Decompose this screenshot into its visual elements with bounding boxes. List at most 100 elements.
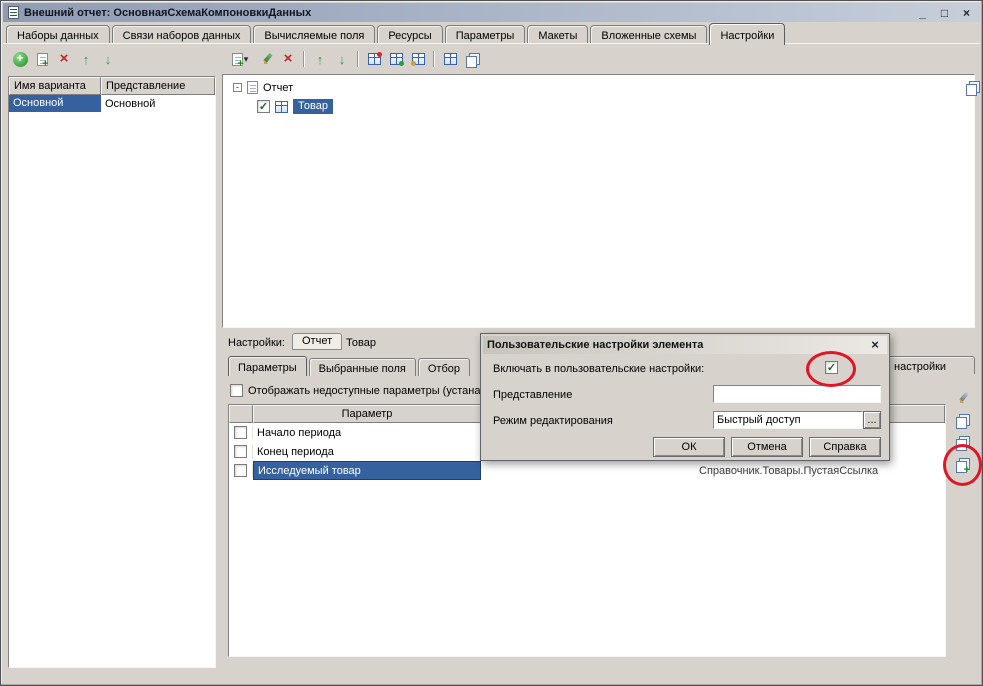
tab-filter[interactable]: Отбор bbox=[418, 358, 470, 376]
variant-presentation-column-header[interactable]: Представление bbox=[101, 77, 215, 95]
toolbar-separator bbox=[303, 51, 305, 67]
parameter-row[interactable]: Исследуемый товар Справочник.Товары.Пуст… bbox=[229, 461, 945, 480]
structure-tree: - Отчет ✓ Товар bbox=[222, 74, 975, 328]
edit-mode-input[interactable] bbox=[713, 411, 863, 429]
plus-circle-icon: + bbox=[13, 52, 28, 67]
titlebar[interactable]: Внешний отчет: ОсновнаяСхемаКомпоновкиДа… bbox=[3, 3, 980, 22]
param-column-header[interactable]: Параметр bbox=[253, 405, 481, 423]
main-tabstrip: Наборы данных Связи наборов данных Вычис… bbox=[6, 24, 785, 44]
tab-selected-fields[interactable]: Выбранные поля bbox=[309, 358, 416, 376]
cancel-button[interactable]: Отмена bbox=[731, 437, 803, 457]
window-title: Внешний отчет: ОсновнаяСхемаКомпоновкиДа… bbox=[24, 7, 909, 19]
help-button[interactable]: Справка bbox=[809, 437, 881, 457]
toolbar-separator bbox=[357, 51, 359, 67]
designer-icon bbox=[368, 53, 381, 65]
structure-toolbar: + ▾ × ↑ ↓ bbox=[226, 49, 482, 69]
tab-data-set-links[interactable]: Связи наборов данных bbox=[112, 25, 252, 44]
down-arrow-icon: ↓ bbox=[105, 52, 112, 67]
add-node-icon: + bbox=[232, 53, 243, 66]
delete-node-button[interactable]: × bbox=[278, 49, 298, 69]
presentation-label: Представление bbox=[493, 389, 572, 401]
edit-parameter-button[interactable] bbox=[952, 388, 972, 408]
tovar-tree-node[interactable]: ✓ Товар bbox=[223, 94, 974, 114]
pencil-icon bbox=[954, 390, 970, 406]
dialog-title: Пользовательские настройки элемента bbox=[487, 339, 703, 351]
variants-table: Имя варианта Представление Основной Осно… bbox=[8, 76, 216, 668]
tab-nested-schemas[interactable]: Вложенные схемы bbox=[590, 25, 707, 44]
show-unavailable-checkbox[interactable] bbox=[230, 384, 243, 397]
tab-settings-parameters[interactable]: Параметры bbox=[228, 356, 307, 376]
move-into-structure-button[interactable] bbox=[408, 49, 428, 69]
edit-node-button[interactable] bbox=[256, 49, 276, 69]
param-checkbox[interactable] bbox=[234, 445, 247, 458]
show-unavailable-row: Отображать недоступные параметры (устана… bbox=[230, 384, 486, 397]
toolbar-separator bbox=[433, 51, 435, 67]
add-node-button[interactable]: + ▾ bbox=[226, 49, 254, 69]
settings-label: Настройки: bbox=[228, 337, 285, 349]
edit-mode-label: Режим редактирования bbox=[493, 415, 613, 427]
add-variant-button[interactable]: + bbox=[10, 49, 30, 69]
variants-toolbar: + + × ↑ ↓ bbox=[10, 49, 118, 69]
tree-expander-icon[interactable]: - bbox=[233, 83, 242, 92]
param-name-cell[interactable]: Начало периода bbox=[253, 423, 481, 442]
param-value-cell[interactable]: Справочник.Товары.ПустаяСсылка bbox=[699, 465, 878, 477]
dialog-close-button[interactable]: × bbox=[867, 338, 883, 352]
down-arrow-icon: ↓ bbox=[339, 52, 346, 67]
variant-name-cell[interactable]: Основной bbox=[9, 95, 101, 112]
grid-icon bbox=[444, 53, 457, 65]
tovar-breadcrumb-label[interactable]: Товар bbox=[346, 337, 376, 349]
structure-grid-icon bbox=[412, 53, 425, 65]
presentation-input[interactable] bbox=[713, 385, 881, 403]
tab-templates[interactable]: Макеты bbox=[527, 25, 588, 44]
variant-row[interactable]: Основной Основной bbox=[9, 95, 215, 112]
param-name-cell-selected[interactable]: Исследуемый товар bbox=[253, 461, 481, 480]
check-grid-icon bbox=[390, 53, 403, 65]
include-checkbox-label: Включать в пользовательские настройки: bbox=[493, 363, 704, 375]
page-plus-icon: + bbox=[37, 53, 48, 66]
close-button[interactable]: × bbox=[958, 5, 975, 20]
variant-presentation-cell[interactable]: Основной bbox=[101, 96, 159, 112]
node-checkbox[interactable]: ✓ bbox=[257, 100, 270, 113]
copy-variant-button[interactable]: + bbox=[32, 49, 52, 69]
move-variant-up-button[interactable]: ↑ bbox=[76, 49, 96, 69]
show-unavailable-label: Отображать недоступные параметры (устана… bbox=[248, 385, 486, 397]
report-node-icon bbox=[247, 81, 258, 94]
param-checkbox[interactable] bbox=[234, 464, 247, 477]
tab-user-settings-fragment[interactable]: настройки bbox=[884, 356, 975, 374]
tab-data-sets[interactable]: Наборы данных bbox=[6, 25, 110, 44]
move-node-up-button[interactable]: ↑ bbox=[310, 49, 330, 69]
settings-tabstrip: Параметры Выбранные поля Отбор bbox=[228, 356, 470, 376]
param-name-cell[interactable]: Конец периода bbox=[253, 442, 481, 461]
move-variant-down-button[interactable]: ↓ bbox=[98, 49, 118, 69]
tovar-node-label[interactable]: Товар bbox=[293, 99, 333, 114]
tab-parameters[interactable]: Параметры bbox=[445, 25, 526, 44]
up-arrow-icon: ↑ bbox=[83, 52, 90, 67]
table-node-icon bbox=[275, 101, 288, 113]
conditional-appearance-button[interactable] bbox=[462, 49, 482, 69]
edit-mode-ellipsis-button[interactable]: ... bbox=[863, 411, 881, 429]
save-values-button[interactable] bbox=[952, 410, 972, 430]
delete-variant-button[interactable]: × bbox=[54, 49, 74, 69]
annotation-ellipse-button bbox=[943, 444, 982, 486]
report-tree-node[interactable]: - Отчет bbox=[223, 75, 974, 94]
tab-settings[interactable]: Настройки bbox=[709, 23, 785, 45]
stacked-pages-icon bbox=[956, 414, 968, 427]
ok-button[interactable]: ОК bbox=[653, 437, 725, 457]
settings-designer-button[interactable] bbox=[364, 49, 384, 69]
report-node-label[interactable]: Отчет bbox=[263, 82, 293, 94]
move-node-down-button[interactable]: ↓ bbox=[332, 49, 352, 69]
tab-calculated-fields[interactable]: Вычисляемые поля bbox=[253, 25, 375, 44]
application-window: Внешний отчет: ОсновнаяСхемаКомпоновкиДа… bbox=[0, 0, 983, 686]
report-breadcrumb-chip[interactable]: Отчет bbox=[292, 333, 342, 350]
output-parameters-button[interactable] bbox=[440, 49, 460, 69]
check-settings-button[interactable] bbox=[386, 49, 406, 69]
param-checkbox[interactable] bbox=[234, 426, 247, 439]
variant-name-column-header[interactable]: Имя варианта bbox=[9, 77, 101, 95]
annotation-ellipse-checkbox bbox=[806, 351, 856, 387]
pencil-icon bbox=[258, 51, 274, 67]
minimize-button[interactable]: _ bbox=[914, 5, 931, 20]
delete-x-icon: × bbox=[284, 52, 293, 66]
window-icon bbox=[8, 6, 19, 19]
maximize-button[interactable]: □ bbox=[936, 5, 953, 20]
tab-resources[interactable]: Ресурсы bbox=[377, 25, 442, 44]
